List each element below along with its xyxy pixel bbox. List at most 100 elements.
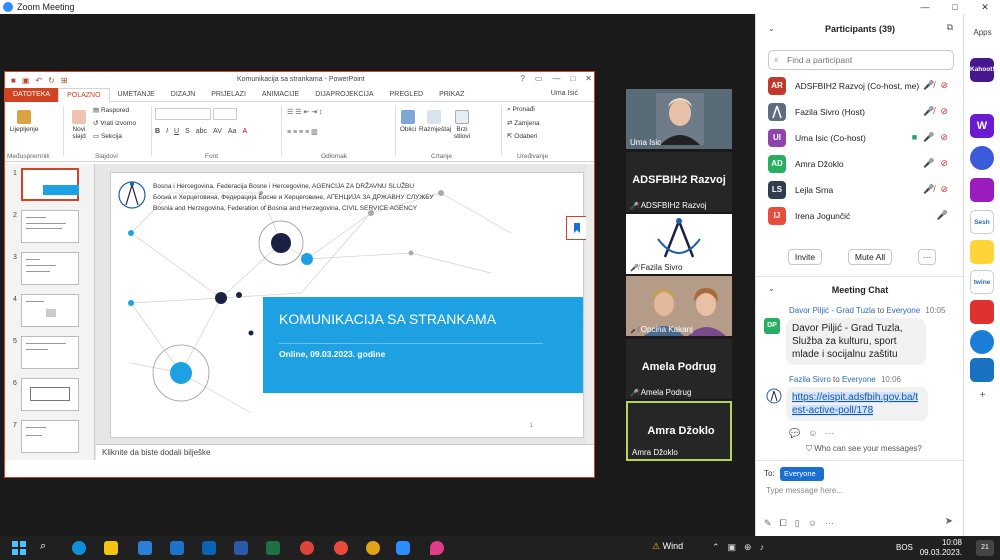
emoji-react-icon[interactable]: ☺ <box>808 428 817 439</box>
participant-row[interactable]: AD Amra Džoklo 🎤 ⊘ <box>768 151 954 177</box>
presentation-icon[interactable]: ⊞ <box>61 76 68 85</box>
replace-button[interactable]: ⇄ Zamjena <box>507 119 540 127</box>
mute-all-button[interactable]: Mute All <box>848 249 892 265</box>
font-color-button[interactable]: A <box>242 128 247 135</box>
more-icon[interactable]: ··· <box>825 518 834 529</box>
new-slide-button[interactable]: Novi slajd <box>67 110 91 140</box>
video-off-icon[interactable]: ⊘ <box>940 158 948 169</box>
recipient-select[interactable]: Everyone ⌄ <box>780 467 824 492</box>
video-on-icon[interactable]: ■ <box>912 132 917 143</box>
sesh-app-icon[interactable]: Sesh <box>970 210 994 234</box>
more-icon[interactable]: ··· <box>825 428 834 439</box>
invite-button[interactable]: Invite <box>788 249 822 265</box>
paragraph-list-buttons[interactable]: ☰ ☰ ⇤ ⇥ ↕ <box>287 108 323 116</box>
tab-animations[interactable]: ANIMACIJE <box>254 88 307 102</box>
language-indicator[interactable]: BOS <box>896 543 913 552</box>
outlook-icon[interactable] <box>202 541 216 555</box>
notes-placeholder[interactable]: Kliknite da biste dodali bilješke <box>96 444 594 460</box>
bookmark-button[interactable] <box>566 216 588 240</box>
mic-icon[interactable]: 🎤 <box>923 158 934 169</box>
tab-view[interactable]: PRIKAZ <box>431 88 472 102</box>
strikethrough-button[interactable]: abc <box>196 128 207 135</box>
tray-icons[interactable]: ⌃▣⊕♪ <box>712 542 772 553</box>
notification-badge[interactable]: 21 <box>976 540 994 556</box>
video-off-icon[interactable]: ⊘ <box>940 106 948 117</box>
slide-thumbnail[interactable]: 7 <box>5 420 94 456</box>
quick-styles-button[interactable]: Brzi stilovi <box>451 110 473 140</box>
w-app-icon[interactable]: W <box>970 114 994 138</box>
video-tile[interactable]: ADSFBIH2 Razvoj 🎤̸ ADSFBIH2 Razvoj <box>626 152 732 212</box>
video-tile[interactable]: Amela Podrug 🎤̸ Amela Podrug <box>626 339 732 399</box>
layout-button[interactable]: ▤ Raspored <box>93 106 129 114</box>
clock[interactable]: 10:08 09.03.2023. <box>918 538 962 558</box>
participant-search-input[interactable]: ⌕ Find a participant <box>768 50 954 70</box>
video-tile[interactable]: 🎤̸ Opcina Kakanj <box>626 276 732 336</box>
chrome-icon[interactable] <box>300 541 314 555</box>
edge-icon[interactable] <box>72 541 86 555</box>
store-icon[interactable] <box>138 541 152 555</box>
file-explorer-icon[interactable] <box>104 541 118 555</box>
ribbon-options-button[interactable]: ▭ <box>535 74 543 83</box>
video-off-icon[interactable]: ⊘ <box>940 132 948 143</box>
search-icon[interactable]: ⌕ <box>40 540 46 553</box>
tab-file[interactable]: DATOTEKA <box>5 87 59 102</box>
paragraph-align-buttons[interactable]: ≡ ≡ ≡ ≡ ▥ <box>287 128 318 136</box>
undo-icon[interactable]: ↶ <box>35 76 42 85</box>
privacy-note[interactable]: ⛉ Who can see your messages? <box>806 444 922 454</box>
more-options-button[interactable]: ··· <box>918 249 936 265</box>
find-button[interactable]: ⌕ Pronađi <box>507 106 535 114</box>
tab-slideshow[interactable]: DIJAPROJEKCIJA <box>307 88 381 102</box>
participant-row[interactable]: LS Lejla Srna 🎤̸ ⊘ <box>768 177 954 203</box>
ppt-close-button[interactable]: ✕ <box>585 74 592 83</box>
windows-start-icon[interactable] <box>12 541 26 555</box>
maximize-button[interactable]: □ <box>940 2 970 13</box>
send-icon[interactable]: ➤ <box>945 516 953 527</box>
kahoot-app-icon[interactable]: Kahoot! <box>970 58 995 82</box>
app-icon[interactable] <box>970 300 994 324</box>
app-icon[interactable] <box>970 240 994 264</box>
tab-review[interactable]: PREGLED <box>382 88 431 102</box>
redo-icon[interactable]: ↻ <box>48 76 55 85</box>
slide-thumbnail[interactable]: 3 <box>5 252 94 288</box>
video-tile[interactable]: 🎤̸ Fazila Sivro <box>626 214 732 274</box>
font-size-box[interactable] <box>213 108 237 120</box>
chat-link[interactable]: https://eispit.adsfbih.gov.ba/t <box>792 392 919 403</box>
app-icon[interactable] <box>970 330 994 354</box>
tab-design[interactable]: DIZAJN <box>163 88 204 102</box>
italic-button[interactable]: I <box>166 128 168 135</box>
chat-link[interactable]: est-active-poll/178 <box>792 405 874 416</box>
bold-button[interactable]: B <box>155 128 160 135</box>
section-button[interactable]: ▭ Sekcija <box>93 132 122 140</box>
slide-thumbnail[interactable]: 5 <box>5 336 94 372</box>
select-button[interactable]: ⇱ Odaberi <box>507 132 537 140</box>
close-button[interactable]: ✕ <box>970 2 1000 13</box>
video-off-icon[interactable]: ⊘ <box>940 80 948 91</box>
slide-canvas[interactable]: Bosna i Hercegovina, Federacija Bosne i … <box>110 172 584 438</box>
muted-mic-icon[interactable]: 🎤̸ <box>923 106 934 117</box>
chrome-profile-icon[interactable] <box>366 541 380 555</box>
muted-mic-icon[interactable]: 🎤̸ <box>923 184 934 195</box>
reply-icon[interactable]: 💬 <box>789 428 800 439</box>
app-icon[interactable] <box>970 178 994 202</box>
tab-insert[interactable]: UMETANJE <box>110 88 163 102</box>
video-off-icon[interactable]: ⊘ <box>940 184 948 195</box>
help-button[interactable]: ? <box>520 74 524 83</box>
mic-icon[interactable]: 🎤 <box>937 210 948 221</box>
font-name-box[interactable] <box>155 108 211 120</box>
app-icon[interactable] <box>970 146 994 170</box>
app-icon[interactable] <box>970 358 994 382</box>
slide-thumbnail[interactable]: 1 <box>5 168 94 204</box>
paste-button[interactable]: Lijepljenje <box>9 110 39 133</box>
tab-transitions[interactable]: PRIJELAZI <box>203 88 254 102</box>
ppt-minimize-button[interactable]: — <box>552 74 560 83</box>
mic-icon[interactable]: 🎤 <box>923 132 934 143</box>
reset-button[interactable]: ↺ Vrati izvorno <box>93 119 136 127</box>
twine-app-icon[interactable]: twine <box>970 270 994 294</box>
participant-row[interactable]: Fazila Sivro (Host) 🎤̸ ⊘ <box>768 99 954 125</box>
slack-icon[interactable] <box>334 541 348 555</box>
screenshot-icon[interactable]: ⧠ <box>780 518 787 529</box>
spacing-button[interactable]: AV <box>213 128 222 135</box>
slide-scrollbar[interactable] <box>586 164 594 444</box>
save-icon[interactable]: ▣ <box>22 76 30 85</box>
mail-icon[interactable] <box>170 541 184 555</box>
